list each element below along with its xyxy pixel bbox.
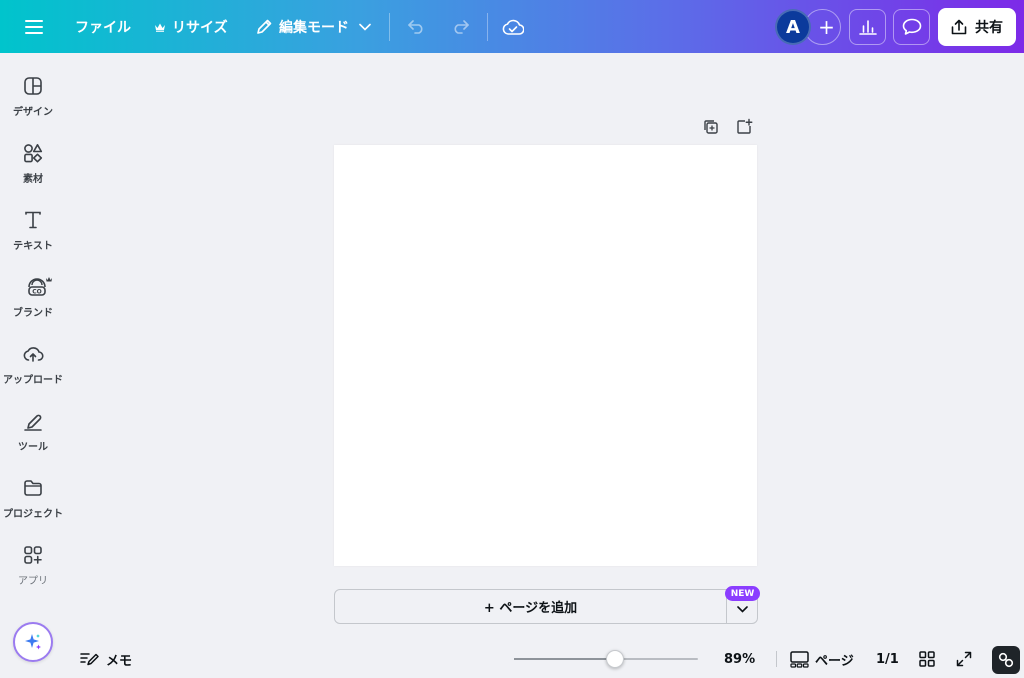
share-button[interactable]: 共有 [938, 8, 1016, 46]
sidebar-item-label: アプリ [18, 576, 48, 587]
left-sidebar: デザイン 素材 テキスト CO ブランド アップロード ツール プロジェクト ア… [0, 53, 66, 678]
menu-button[interactable] [19, 12, 49, 42]
apps-icon [22, 544, 44, 566]
zoom-slider-fill [514, 658, 616, 660]
sidebar-item-uploads[interactable]: アップロード [0, 343, 66, 403]
bottom-divider [776, 651, 777, 667]
cloud-check-icon [502, 19, 524, 35]
sidebar-item-projects[interactable]: プロジェクト [0, 477, 66, 537]
sidebar-item-apps[interactable]: アプリ [0, 544, 66, 604]
redo-button[interactable] [445, 12, 475, 42]
share-label: 共有 [975, 20, 1003, 36]
brand-icon: CO [22, 276, 52, 298]
add-page-above-button[interactable] [735, 118, 753, 138]
sidebar-item-label: テキスト [13, 241, 53, 252]
pencil-icon [257, 19, 272, 34]
avatar[interactable]: A [775, 9, 811, 45]
sidebar-item-label: 素材 [23, 174, 43, 185]
duplicate-page-button[interactable] [702, 118, 720, 138]
svg-text:CO: CO [32, 289, 42, 296]
projects-icon [22, 477, 44, 499]
save-status-button[interactable] [498, 12, 528, 42]
new-badge: NEW [725, 586, 760, 601]
tools-icon [22, 410, 44, 432]
sidebar-item-elements[interactable]: 素材 [0, 142, 66, 202]
pages-label: ページ [815, 653, 854, 669]
avatar-initial: A [786, 16, 800, 38]
fullscreen-button[interactable] [956, 648, 972, 670]
pages-button[interactable]: ページ [790, 648, 854, 670]
redo-icon [454, 20, 469, 34]
sidebar-item-design[interactable]: デザイン [0, 75, 66, 135]
sparkle-icon [25, 634, 41, 650]
design-canvas-page[interactable] [334, 145, 757, 566]
toolbar-divider [487, 13, 488, 41]
edit-mode-label: 編集モード [279, 19, 349, 36]
notes-label: メモ [106, 653, 133, 669]
notes-pencil-icon [80, 653, 99, 666]
sidebar-item-label: ブランド [13, 308, 53, 319]
add-page-label: + ページを追加 [483, 601, 578, 616]
notes-button[interactable]: メモ [80, 648, 132, 670]
new-badge-label: NEW [730, 588, 755, 599]
hamburger-menu-icon [25, 20, 43, 34]
link-chain-icon [998, 652, 1014, 668]
file-menu-button[interactable]: ファイル [75, 0, 131, 53]
accessibility-button[interactable] [992, 646, 1020, 674]
chevron-down-icon [359, 23, 371, 31]
text-icon [22, 209, 44, 231]
elements-icon [22, 142, 44, 164]
page-count-value: 1/1 [876, 651, 899, 667]
fullscreen-expand-icon [956, 651, 972, 667]
sidebar-item-label: デザイン [13, 107, 53, 118]
insights-button[interactable] [849, 9, 886, 45]
design-icon [22, 75, 44, 97]
sidebar-item-label: ツール [18, 442, 48, 453]
zoom-value: 89% [724, 651, 756, 667]
sidebar-item-tools[interactable]: ツール [0, 410, 66, 470]
grid-view-icon [919, 651, 935, 667]
share-upload-icon [951, 19, 967, 35]
add-page-button[interactable]: + ページを追加 [335, 590, 726, 623]
grid-view-button[interactable] [919, 648, 935, 670]
add-page-control: + ページを追加 [334, 589, 758, 624]
pages-icon [790, 650, 809, 668]
toolbar-divider [389, 13, 390, 41]
resize-label: リサイズ [172, 19, 228, 36]
file-menu-label: ファイル [75, 19, 131, 36]
sidebar-item-text[interactable]: テキスト [0, 209, 66, 269]
sidebar-item-label: プロジェクト [3, 509, 63, 520]
add-page-icon [737, 118, 753, 134]
undo-icon [408, 20, 423, 34]
sidebar-item-label: アップロード [3, 375, 63, 386]
page-count: 1/1 [876, 648, 899, 670]
edit-mode-dropdown[interactable]: 編集モード [255, 0, 371, 53]
zoom-value-button[interactable]: 89% [724, 648, 755, 670]
comment-bubble-icon [902, 18, 921, 35]
crown-icon [155, 23, 165, 32]
comments-button[interactable] [893, 9, 930, 45]
magic-assistant-button[interactable] [13, 622, 53, 662]
plus-icon: + [818, 15, 835, 39]
bar-chart-icon [858, 20, 877, 35]
upload-icon [22, 343, 44, 365]
sidebar-item-brand[interactable]: CO ブランド [0, 276, 66, 336]
undo-button[interactable] [402, 12, 432, 42]
top-toolbar: ファイル リサイズ 編集モード + A 共有 [0, 0, 1024, 53]
chevron-down-icon [737, 606, 748, 613]
resize-button[interactable]: リサイズ [154, 0, 228, 53]
zoom-slider-thumb[interactable] [606, 650, 625, 668]
duplicate-icon [704, 120, 718, 134]
